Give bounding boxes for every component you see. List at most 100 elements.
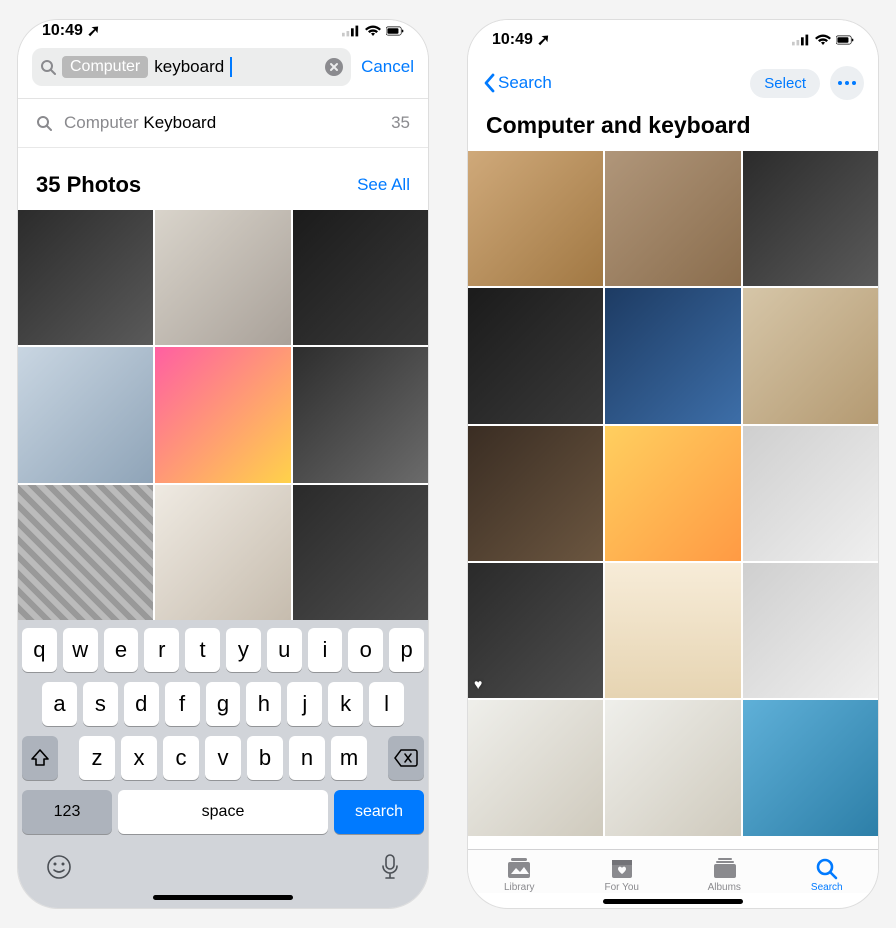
search-bar-row: Computer keyboard Cancel — [18, 42, 428, 99]
key-u[interactable]: u — [267, 628, 302, 672]
cellular-signal-icon — [342, 24, 360, 38]
photo-thumbnail[interactable] — [155, 210, 290, 345]
key-g[interactable]: g — [206, 682, 241, 726]
photo-thumbnail[interactable] — [605, 426, 740, 561]
key-p[interactable]: p — [389, 628, 424, 672]
photo-count-title: 35 Photos — [36, 172, 141, 198]
key-a[interactable]: a — [42, 682, 77, 726]
results-photo-grid: ♥ — [468, 151, 878, 849]
back-button[interactable]: Search — [482, 73, 552, 93]
shift-icon — [30, 748, 50, 768]
key-x[interactable]: x — [121, 736, 157, 780]
key-h[interactable]: h — [246, 682, 281, 726]
home-indicator[interactable] — [153, 895, 293, 900]
results-title: Computer and keyboard — [468, 106, 878, 151]
more-options-button[interactable] — [830, 66, 864, 100]
photo-thumbnail[interactable] — [155, 347, 290, 482]
photo-thumbnail[interactable] — [743, 700, 878, 835]
key-r[interactable]: r — [144, 628, 179, 672]
key-y[interactable]: y — [226, 628, 261, 672]
search-tab-icon — [813, 856, 841, 880]
status-time: 10:49 — [42, 22, 83, 40]
key-z[interactable]: z — [79, 736, 115, 780]
photo-grid — [18, 210, 428, 620]
photo-thumbnail[interactable] — [18, 485, 153, 620]
key-m[interactable]: m — [331, 736, 367, 780]
key-s[interactable]: s — [83, 682, 118, 726]
key-i[interactable]: i — [308, 628, 343, 672]
photo-thumbnail[interactable] — [468, 426, 603, 561]
search-suggestion-row[interactable]: Computer Keyboard 35 — [18, 99, 428, 148]
photo-thumbnail[interactable] — [293, 210, 428, 345]
space-key[interactable]: space — [118, 790, 328, 834]
key-t[interactable]: t — [185, 628, 220, 672]
photo-thumbnail[interactable] — [743, 563, 878, 698]
tab-albums[interactable]: Albums — [673, 856, 776, 893]
key-b[interactable]: b — [247, 736, 283, 780]
photo-thumbnail[interactable] — [293, 347, 428, 482]
photo-thumbnail[interactable] — [468, 288, 603, 423]
emoji-key[interactable] — [46, 854, 72, 885]
photo-thumbnail[interactable] — [743, 426, 878, 561]
key-c[interactable]: c — [163, 736, 199, 780]
library-icon — [505, 856, 533, 880]
key-v[interactable]: v — [205, 736, 241, 780]
cancel-button[interactable]: Cancel — [361, 57, 414, 77]
shift-key[interactable] — [22, 736, 58, 780]
key-e[interactable]: e — [104, 628, 139, 672]
search-token[interactable]: Computer — [62, 56, 148, 78]
photo-thumbnail[interactable]: ♥ — [468, 563, 603, 698]
home-indicator[interactable] — [603, 899, 743, 904]
select-button[interactable]: Select — [750, 69, 820, 98]
key-f[interactable]: f — [165, 682, 200, 726]
clear-text-icon[interactable] — [325, 58, 343, 76]
back-label: Search — [498, 73, 552, 93]
battery-icon — [836, 33, 854, 47]
tab-label: For You — [605, 882, 639, 893]
photo-thumbnail[interactable] — [605, 563, 740, 698]
text-cursor — [230, 57, 232, 77]
ellipsis-icon — [838, 81, 856, 85]
photo-thumbnail[interactable] — [468, 700, 603, 835]
key-o[interactable]: o — [348, 628, 383, 672]
photos-search-screen: 10:49 ➚ Computer keyboard Cancel Compute… — [18, 20, 428, 908]
photo-thumbnail[interactable] — [18, 347, 153, 482]
key-d[interactable]: d — [124, 682, 159, 726]
backspace-key[interactable] — [388, 736, 424, 780]
tab-for-you[interactable]: For You — [571, 856, 674, 893]
photo-thumbnail[interactable] — [605, 700, 740, 835]
suggestion-match: Keyboard — [143, 113, 216, 132]
key-q[interactable]: q — [22, 628, 57, 672]
emoji-icon — [46, 854, 72, 880]
photos-results-screen: 10:49 ➚ Search Select Computer and keybo… — [468, 20, 878, 908]
photo-thumbnail[interactable] — [293, 485, 428, 620]
key-j[interactable]: j — [287, 682, 322, 726]
key-k[interactable]: k — [328, 682, 363, 726]
photo-thumbnail[interactable] — [743, 288, 878, 423]
photo-thumbnail[interactable] — [468, 151, 603, 286]
microphone-icon — [380, 854, 400, 880]
backspace-icon — [394, 749, 418, 767]
suggestion-prefix: Computer — [64, 113, 143, 132]
photo-thumbnail[interactable] — [743, 151, 878, 286]
numbers-key[interactable]: 123 — [22, 790, 112, 834]
see-all-button[interactable]: See All — [357, 175, 410, 195]
wifi-icon — [364, 24, 382, 38]
favorite-icon: ♥ — [474, 676, 482, 692]
tab-label: Albums — [708, 882, 741, 893]
search-field[interactable]: Computer keyboard — [32, 48, 351, 86]
photo-thumbnail[interactable] — [605, 151, 740, 286]
key-w[interactable]: w — [63, 628, 98, 672]
photo-thumbnail[interactable] — [155, 485, 290, 620]
results-navbar: Search Select — [468, 60, 878, 106]
search-key[interactable]: search — [334, 790, 424, 834]
location-services-icon: ➚ — [537, 30, 550, 50]
tab-library[interactable]: Library — [468, 856, 571, 893]
results-section-header: 35 Photos See All — [18, 148, 428, 210]
key-l[interactable]: l — [369, 682, 404, 726]
dictation-key[interactable] — [380, 854, 400, 885]
tab-search[interactable]: Search — [776, 856, 879, 893]
photo-thumbnail[interactable] — [18, 210, 153, 345]
key-n[interactable]: n — [289, 736, 325, 780]
photo-thumbnail[interactable] — [605, 288, 740, 423]
